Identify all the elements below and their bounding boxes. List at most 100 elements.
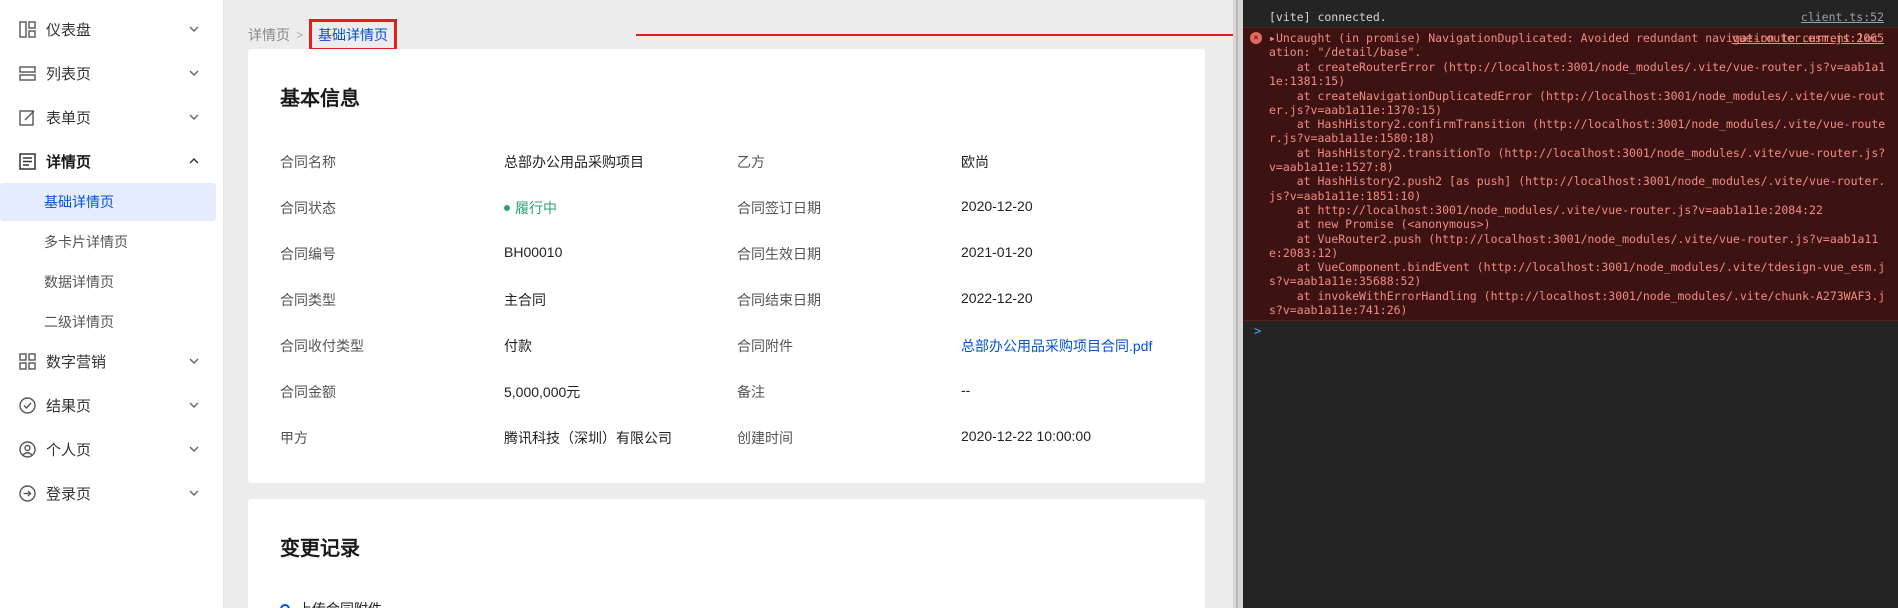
chevron-down-icon xyxy=(189,358,199,364)
stack-trace-line[interactable]: at HashHistory2.confirmTransition (http:… xyxy=(1269,117,1889,146)
timeline-item-text: 上传合同附件 xyxy=(298,599,382,608)
sidebar-item-login[interactable]: 登录页 xyxy=(0,473,224,513)
sidebar: 仪表盘 列表页 表单页 详情页 基础详情页 多卡片详情页 数据详情页 二级详情页 xyxy=(0,0,224,608)
stack-trace-line[interactable]: at invokeWithErrorHandling (http://local… xyxy=(1269,289,1889,318)
stack-trace-line[interactable]: at HashHistory2.push2 [as push] (http://… xyxy=(1269,174,1889,203)
sidebar-item-label: 表单页 xyxy=(46,109,92,127)
field-value: 付款 xyxy=(504,338,532,354)
field-value: 腾讯科技（深圳）有限公司 xyxy=(504,430,672,446)
stack-trace-line[interactable]: at new Promise (<anonymous>) xyxy=(1269,217,1889,231)
sidebar-item-detail[interactable]: 详情页 xyxy=(0,141,224,181)
chevron-down-icon xyxy=(189,26,199,32)
edit-icon xyxy=(18,108,36,126)
chevron-down-icon xyxy=(189,490,199,496)
field-value: 2020-12-20 xyxy=(961,198,1033,214)
dashboard-icon xyxy=(18,20,36,38)
field-value: 2022-12-20 xyxy=(961,290,1033,306)
sidebar-subitem-label: 数据详情页 xyxy=(44,274,114,290)
field-label: 创建时间 xyxy=(737,430,793,446)
user-circle-icon xyxy=(18,440,36,458)
field-value: 5,000,000元 xyxy=(504,384,581,400)
field-value: 2021-01-20 xyxy=(961,244,1033,260)
sidebar-item-personal[interactable]: 个人页 xyxy=(0,429,224,469)
sidebar-item-label: 列表页 xyxy=(46,65,92,83)
expand-triangle-icon[interactable]: ▸ xyxy=(1269,31,1276,45)
attachment-link[interactable]: 总部办公用品采购项目合同.pdf xyxy=(961,336,1152,356)
field-value: BH00010 xyxy=(504,244,563,260)
field-label: 乙方 xyxy=(737,154,765,170)
field-label: 甲方 xyxy=(280,430,308,446)
status-dot xyxy=(504,205,510,211)
sidebar-subitem-label: 二级详情页 xyxy=(44,314,114,330)
field-label: 合同状态 xyxy=(280,200,336,216)
sidebar-item-label: 数字营销 xyxy=(46,353,107,371)
field-label: 合同金额 xyxy=(280,384,336,400)
field-label: 合同结束日期 xyxy=(737,292,821,308)
sidebar-subitem-multi-card-detail[interactable]: 多卡片详情页 xyxy=(0,223,224,261)
field-label: 合同签订日期 xyxy=(737,200,821,216)
card-title: 基本信息 xyxy=(280,88,360,110)
field-value: 2020-12-22 10:00:00 xyxy=(961,428,1091,444)
sidebar-subitem-label: 基础详情页 xyxy=(44,194,114,210)
sidebar-item-dashboard[interactable]: 仪表盘 xyxy=(0,9,224,49)
console-source-link[interactable]: client.ts:52 xyxy=(1801,10,1884,24)
status-badge: 履行中 xyxy=(504,198,557,218)
sidebar-item-label: 详情页 xyxy=(46,153,92,171)
field-label: 合同生效日期 xyxy=(737,246,821,262)
stack-trace-line[interactable]: at VueComponent.bindEvent (http://localh… xyxy=(1269,260,1889,289)
breadcrumb-current[interactable]: 基础详情页 xyxy=(309,19,398,51)
sidebar-item-list[interactable]: 列表页 xyxy=(0,53,224,93)
field-label: 备注 xyxy=(737,384,765,400)
field-label: 合同收付类型 xyxy=(280,338,364,354)
console-error-entry: ✕ ▸Uncaught (in promise) NavigationDupli… xyxy=(1243,27,1898,321)
sidebar-subitem-secondary-detail[interactable]: 二级详情页 xyxy=(0,303,224,341)
change-log-card: 变更记录 上传合同附件 xyxy=(248,499,1205,608)
sidebar-item-result[interactable]: 结果页 xyxy=(0,385,224,425)
sidebar-item-label: 个人页 xyxy=(46,441,92,459)
field-value: 总部办公用品采购项目 xyxy=(504,154,644,170)
chevron-down-icon xyxy=(189,70,199,76)
stack-trace-line[interactable]: at HashHistory2.transitionTo (http://loc… xyxy=(1269,146,1889,175)
chevron-down-icon xyxy=(189,446,199,452)
field-value: -- xyxy=(961,382,971,398)
console-log-line: [vite] connected. client.ts:52 xyxy=(1243,10,1898,24)
field-label: 合同类型 xyxy=(280,292,336,308)
breadcrumb: 详情页 > 基础详情页 xyxy=(248,19,398,51)
stack-trace-line[interactable]: at createRouterError (http://localhost:3… xyxy=(1269,60,1889,89)
field-label: 合同附件 xyxy=(737,338,793,354)
stack-trace-line[interactable]: at VueRouter2.push (http://localhost:300… xyxy=(1269,232,1889,261)
sidebar-item-label: 仪表盘 xyxy=(46,21,92,39)
console-prompt[interactable]: > xyxy=(1254,324,1261,338)
card-title: 变更记录 xyxy=(280,538,360,560)
devtools-resize-handle[interactable] xyxy=(1233,0,1243,608)
error-icon: ✕ xyxy=(1250,32,1262,44)
stack-trace-line[interactable]: at http://localhost:3001/node_modules/.v… xyxy=(1269,203,1889,217)
marketing-icon xyxy=(18,352,36,370)
sidebar-item-marketing[interactable]: 数字营销 xyxy=(0,341,224,381)
sidebar-item-form[interactable]: 表单页 xyxy=(0,97,224,137)
console-clipped-line xyxy=(1243,0,1898,7)
console-log-text: [vite] connected. xyxy=(1269,10,1387,24)
field-value: 欧尚 xyxy=(961,154,989,170)
timeline-dot xyxy=(280,604,290,608)
chevron-up-icon xyxy=(189,158,199,164)
status-text: 履行中 xyxy=(515,200,557,216)
chevron-down-icon xyxy=(189,402,199,408)
stack-trace: at createRouterError (http://localhost:3… xyxy=(1269,60,1889,317)
field-label: 合同编号 xyxy=(280,246,336,262)
sidebar-subitem-data-detail[interactable]: 数据详情页 xyxy=(0,263,224,301)
sidebar-subitem-basic-detail[interactable]: 基础详情页 xyxy=(0,183,216,221)
field-value: 主合同 xyxy=(504,292,546,308)
devtools-console: [vite] connected. client.ts:52 ✕ ▸Uncaug… xyxy=(1243,0,1898,608)
breadcrumb-separator: > xyxy=(296,28,304,42)
breadcrumb-parent[interactable]: 详情页 xyxy=(248,25,290,45)
login-icon xyxy=(18,484,36,502)
sidebar-item-label: 登录页 xyxy=(46,485,92,503)
detail-icon xyxy=(18,152,36,170)
list-icon xyxy=(18,64,36,82)
stack-trace-line[interactable]: at createNavigationDuplicatedError (http… xyxy=(1269,89,1889,118)
main-content: 详情页 > 基础详情页 基本信息 合同名称 总部办公用品采购项目 乙方 欧尚 合… xyxy=(224,0,1459,608)
console-source-link[interactable]: vue-router.esm.js:2065 xyxy=(1732,31,1884,45)
field-label: 合同名称 xyxy=(280,154,336,170)
check-circle-icon xyxy=(18,396,36,414)
